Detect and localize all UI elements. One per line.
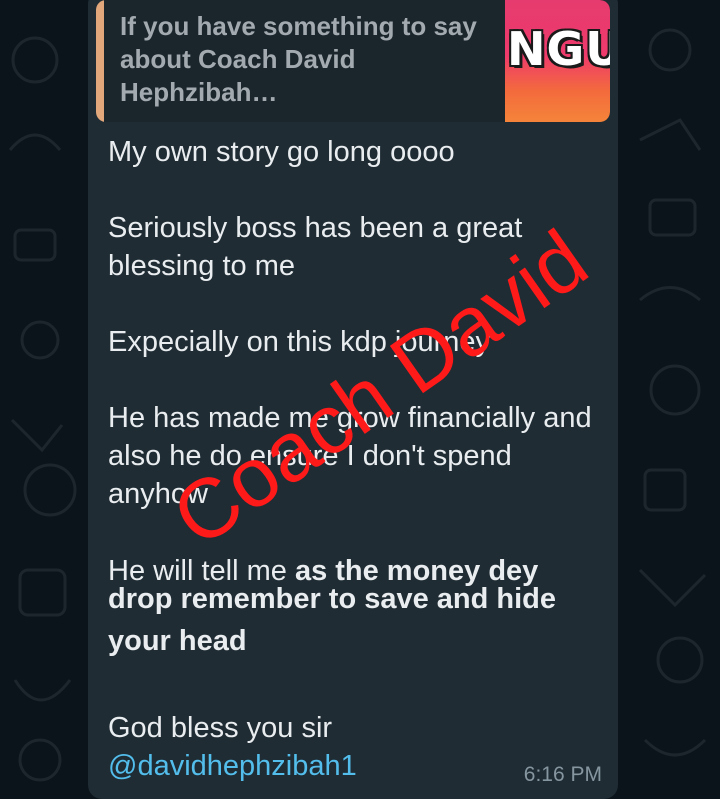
thumbnail-text: NGU bbox=[507, 22, 610, 76]
mention-link[interactable]: @davidhephzibah1 bbox=[108, 747, 357, 785]
message-paragraph-2: Seriously boss has been a great blessing… bbox=[108, 212, 523, 282]
message-paragraph-5-bold-rest: drop remember to save and hide your head bbox=[108, 583, 557, 657]
message-paragraph-3: Expecially on this kdp journey bbox=[108, 326, 491, 358]
quoted-reply[interactable]: If you have something to say about Coach… bbox=[96, 0, 610, 122]
message-paragraph-4: He has made me grow financially and also… bbox=[108, 402, 592, 510]
message-line-1: My own story go long oooo bbox=[108, 136, 455, 168]
message-bubble[interactable]: If you have something to say about Coach… bbox=[88, 0, 618, 799]
quoted-reply-text: If you have something to say about Coach… bbox=[120, 11, 477, 107]
quoted-reply-thumbnail: NGU bbox=[505, 0, 610, 122]
reply-accent-bar bbox=[96, 0, 104, 122]
message-paragraph-6: God bless you sir bbox=[108, 712, 333, 744]
message-timestamp: 6:16 PM bbox=[523, 763, 602, 786]
